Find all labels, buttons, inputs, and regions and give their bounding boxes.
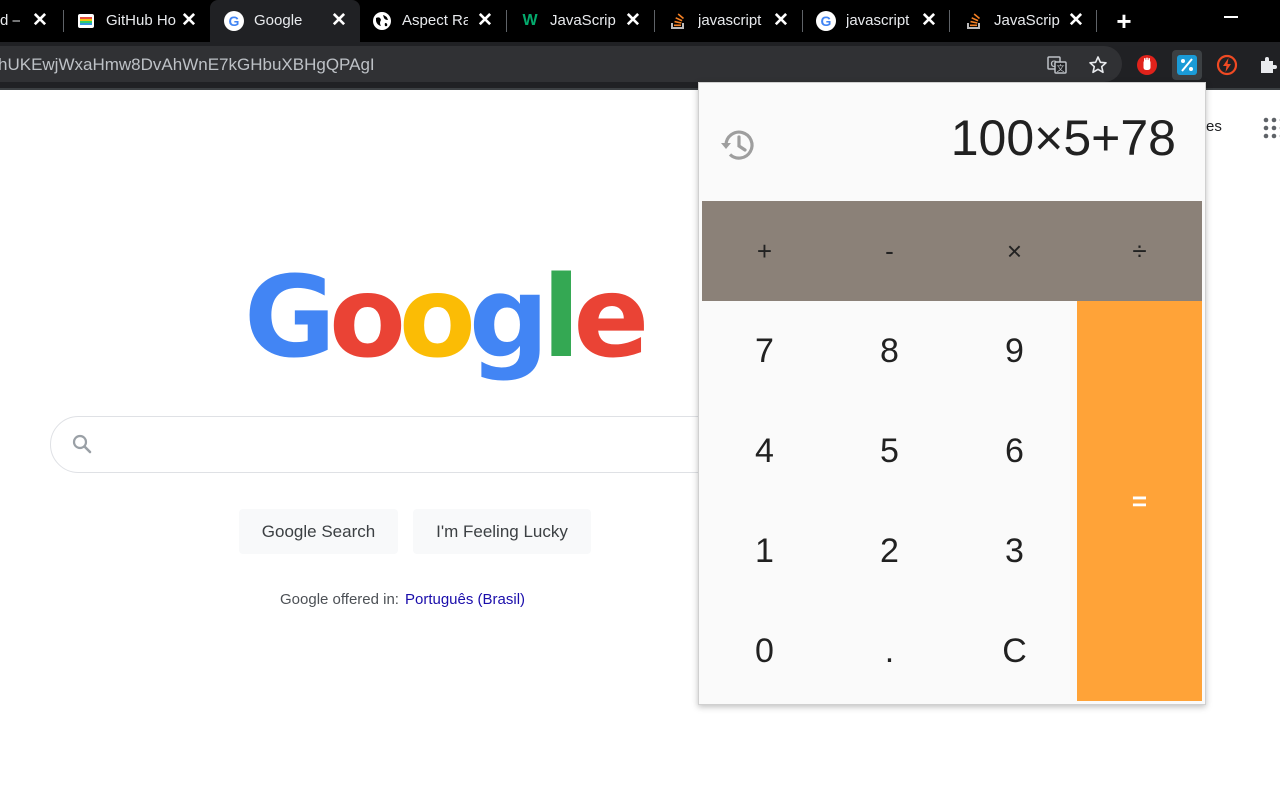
tab-title: JavaScript bbox=[550, 12, 616, 29]
calculator-expression: 100×5+78 bbox=[950, 110, 1176, 166]
tab-title: javascript bbox=[698, 12, 762, 29]
logo-letter: G bbox=[244, 253, 336, 383]
close-tab-icon[interactable]: ✕ bbox=[919, 11, 939, 31]
tab-0[interactable]: d – ✕ bbox=[0, 0, 60, 42]
tab-7[interactable]: JavaScript ✕ bbox=[950, 0, 1096, 42]
new-tab-button[interactable]: + bbox=[1112, 8, 1136, 34]
key-4[interactable]: 4 bbox=[702, 401, 827, 501]
offered-in-line: Google offered in: Português (Brasil) bbox=[280, 591, 525, 608]
logo-letter: o bbox=[398, 253, 476, 383]
key-5[interactable]: 5 bbox=[827, 401, 952, 501]
multiply-button[interactable]: × bbox=[952, 201, 1077, 301]
lightning-extension-icon[interactable] bbox=[1215, 53, 1239, 77]
calculator-popup: 100×5+78 + - × ÷ 7 8 9 4 5 6 1 2 3 0 . C… bbox=[698, 82, 1206, 705]
logo-letter: g bbox=[468, 253, 549, 383]
bookmark-star-icon[interactable] bbox=[1086, 53, 1110, 77]
subtract-button[interactable]: - bbox=[827, 201, 952, 301]
svg-text:G: G bbox=[821, 13, 832, 29]
logo-letter: o bbox=[328, 253, 406, 383]
close-tab-icon[interactable]: ✕ bbox=[1066, 11, 1086, 31]
tab-title: GitHub Ho bbox=[106, 12, 177, 29]
google-search-button[interactable]: Google Search bbox=[239, 509, 398, 554]
close-tab-icon[interactable]: ✕ bbox=[475, 11, 495, 31]
logo-letter: e bbox=[573, 253, 649, 383]
stackoverflow-icon bbox=[668, 11, 688, 31]
history-icon[interactable] bbox=[718, 125, 758, 165]
close-tab-icon[interactable]: ✕ bbox=[329, 11, 349, 31]
key-3[interactable]: 3 bbox=[952, 501, 1077, 601]
google-apps-icon[interactable] bbox=[1262, 116, 1280, 140]
calculator-display: 100×5+78 bbox=[700, 83, 1204, 201]
tab-title: Google bbox=[254, 12, 303, 29]
url-text[interactable]: hUKEwjWxaHmw8DvAhWnE7kGHbuXBHgQPAgI bbox=[0, 55, 375, 75]
extensions-puzzle-icon[interactable] bbox=[1256, 53, 1280, 77]
divide-button[interactable]: ÷ bbox=[1077, 201, 1202, 301]
globe-icon bbox=[372, 11, 392, 31]
tab-title: javascript bbox=[846, 12, 910, 29]
close-tab-icon[interactable]: ✕ bbox=[771, 11, 791, 31]
minimize-window-button[interactable] bbox=[1224, 16, 1238, 18]
close-tab-icon[interactable]: ✕ bbox=[30, 11, 50, 31]
key-8[interactable]: 8 bbox=[827, 301, 952, 401]
search-input[interactable] bbox=[50, 416, 780, 473]
key-7[interactable]: 7 bbox=[702, 301, 827, 401]
search-icon bbox=[70, 432, 94, 456]
close-tab-icon[interactable]: ✕ bbox=[623, 11, 643, 31]
logo-letter: l bbox=[542, 253, 580, 383]
calculator-extension-icon[interactable] bbox=[1172, 50, 1202, 80]
close-tab-icon[interactable]: ✕ bbox=[179, 11, 199, 31]
google-logo: Google bbox=[244, 262, 649, 374]
google-g-icon: G bbox=[224, 11, 244, 31]
decimal-point-button[interactable]: . bbox=[827, 601, 952, 701]
language-link[interactable]: Português (Brasil) bbox=[405, 591, 525, 608]
feeling-lucky-button[interactable]: I'm Feeling Lucky bbox=[413, 509, 591, 554]
tab-4[interactable]: W JavaScript ✕ bbox=[506, 0, 654, 42]
add-button[interactable]: + bbox=[702, 201, 827, 301]
tab-title: JavaScript bbox=[994, 12, 1060, 29]
key-6[interactable]: 6 bbox=[952, 401, 1077, 501]
offered-in-label: Google offered in: bbox=[280, 591, 399, 608]
svg-text:G: G bbox=[229, 13, 240, 29]
hand-stop-extension-icon[interactable] bbox=[1135, 53, 1159, 77]
github-rainbow-icon bbox=[76, 11, 96, 31]
key-0[interactable]: 0 bbox=[702, 601, 827, 701]
operator-row: + - × ÷ bbox=[702, 201, 1202, 301]
tab-6[interactable]: G javascript ✕ bbox=[802, 0, 950, 42]
tab-separator bbox=[1096, 10, 1097, 32]
tab-3[interactable]: Aspect Ra ✕ bbox=[358, 0, 506, 42]
key-2[interactable]: 2 bbox=[827, 501, 952, 601]
tab-title: Aspect Ra bbox=[402, 12, 468, 29]
tab-1[interactable]: GitHub Ho ✕ bbox=[62, 0, 210, 42]
clear-button[interactable]: C bbox=[952, 601, 1077, 701]
svg-text:文: 文 bbox=[1057, 63, 1065, 73]
tab-strip: d – ✕ GitHub Ho ✕ G Google ✕ Aspect Ra ✕… bbox=[0, 0, 1280, 42]
w3schools-icon: W bbox=[522, 12, 538, 29]
google-g-icon: G bbox=[816, 11, 836, 31]
translate-icon[interactable]: G文 bbox=[1045, 53, 1069, 77]
tab-5[interactable]: javascript ✕ bbox=[654, 0, 802, 42]
tab-2[interactable]: G Google ✕ bbox=[210, 0, 360, 42]
stackoverflow-icon bbox=[964, 11, 984, 31]
tab-title: d – bbox=[0, 12, 20, 29]
address-bar[interactable]: hUKEwjWxaHmw8DvAhWnE7kGHbuXBHgQPAgI bbox=[0, 46, 1122, 82]
header-link-partial[interactable]: es bbox=[1206, 118, 1222, 135]
key-1[interactable]: 1 bbox=[702, 501, 827, 601]
equals-button[interactable]: = bbox=[1077, 301, 1202, 701]
key-9[interactable]: 9 bbox=[952, 301, 1077, 401]
